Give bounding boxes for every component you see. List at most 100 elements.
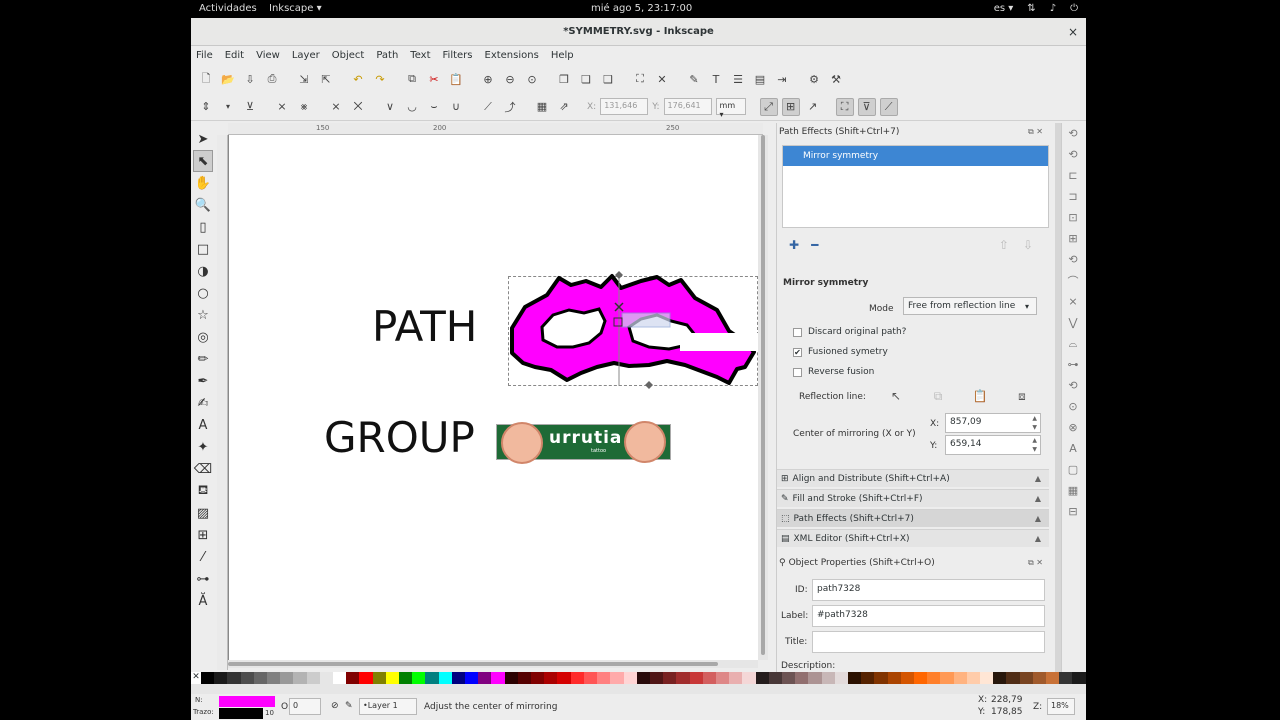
color-swatch[interactable] bbox=[689, 672, 703, 684]
print-icon[interactable]: ⎙ bbox=[263, 70, 281, 88]
ellipse-tool-icon[interactable]: ○ bbox=[193, 282, 213, 304]
menu-path[interactable]: Path bbox=[376, 50, 398, 61]
align-icon[interactable]: ⇥ bbox=[773, 70, 791, 88]
language-indicator[interactable]: es ▾ bbox=[994, 3, 1014, 14]
color-swatch[interactable] bbox=[861, 672, 875, 684]
color-swatch[interactable] bbox=[623, 672, 637, 684]
snap-center-icon[interactable]: ⊙ bbox=[1062, 396, 1084, 417]
snap-bbox-icon[interactable]: ⟲ bbox=[1062, 144, 1084, 165]
color-swatch[interactable] bbox=[438, 672, 452, 684]
color-swatch[interactable] bbox=[1019, 672, 1033, 684]
color-swatch[interactable] bbox=[768, 672, 782, 684]
color-swatch[interactable] bbox=[253, 672, 268, 684]
color-swatch[interactable] bbox=[557, 672, 571, 684]
menu-filters[interactable]: Filters bbox=[443, 50, 473, 61]
auto-smooth-icon[interactable]: ∪ bbox=[447, 98, 465, 116]
object-properties-header[interactable]: ⚲ Object Properties (Shift+Ctrl+O) ⧉ ✕ bbox=[777, 554, 1049, 572]
path-effects-dialog-tab[interactable]: ⬚ Path Effects (Shift+Ctrl+7) ▲ bbox=[777, 509, 1049, 527]
star-tool-icon[interactable]: ☆ bbox=[193, 304, 213, 326]
color-swatch[interactable] bbox=[583, 672, 598, 684]
delete-segment-icon[interactable]: ⨉ bbox=[349, 98, 367, 116]
color-swatch[interactable] bbox=[201, 672, 215, 684]
link-param-icon[interactable]: ⧈ bbox=[1013, 387, 1031, 405]
xml-editor-dialog[interactable]: ▤ XML Editor (Shift+Ctrl+X) ▲ bbox=[777, 529, 1049, 547]
color-swatch[interactable] bbox=[874, 672, 888, 684]
fusioned-symmetry-checkbox[interactable]: ✔ Fusioned symetry bbox=[793, 347, 888, 357]
stroke-to-path-icon[interactable]: ⇗ bbox=[555, 98, 573, 116]
edit-on-canvas-icon[interactable]: ↖ bbox=[887, 387, 905, 405]
urrutia-logo-group[interactable]: urrutia tattoo bbox=[496, 421, 671, 464]
move-down-icon[interactable]: ⇩ bbox=[1023, 238, 1033, 252]
no-paint-swatch-icon[interactable]: ✕ bbox=[191, 672, 201, 684]
color-swatch[interactable] bbox=[478, 672, 492, 684]
delete-node-icon[interactable]: ⊻ bbox=[241, 98, 259, 116]
color-swatch[interactable] bbox=[610, 672, 624, 684]
canvas-vertical-scrollbar[interactable] bbox=[758, 135, 768, 660]
snap-bbox-corner-icon[interactable]: ⊐ bbox=[1062, 186, 1084, 207]
color-swatch[interactable] bbox=[425, 672, 439, 684]
color-swatch[interactable] bbox=[227, 672, 241, 684]
color-swatch[interactable] bbox=[1046, 672, 1060, 684]
spin-arrows-icon[interactable]: ▲ ▼ bbox=[1032, 436, 1037, 454]
activities-button[interactable]: Actividades bbox=[199, 3, 257, 14]
object-to-path-icon[interactable]: ▦ bbox=[533, 98, 551, 116]
menu-object[interactable]: Object bbox=[332, 50, 365, 61]
paste-icon[interactable]: 📋 bbox=[447, 70, 465, 88]
snap-smooth-icon[interactable]: ⌓ bbox=[1062, 333, 1084, 354]
duplicate-icon[interactable]: ❐ bbox=[555, 70, 573, 88]
color-swatch[interactable] bbox=[451, 672, 466, 684]
pencil-tool-icon[interactable]: ✏ bbox=[193, 348, 213, 370]
unlink-clone-icon[interactable]: ❑ bbox=[599, 70, 617, 88]
color-swatch[interactable] bbox=[940, 672, 954, 684]
smooth-node-icon[interactable]: ◡ bbox=[403, 98, 421, 116]
open-icon[interactable]: 📂 bbox=[219, 70, 237, 88]
show-clip-path-icon[interactable]: ⊞ bbox=[781, 97, 800, 116]
new-document-icon[interactable]: 🗋 bbox=[197, 70, 215, 88]
center-y-input[interactable]: 659,14 ▲ ▼ bbox=[945, 435, 1041, 455]
dialog-controls-icon[interactable]: ⧉ ✕ bbox=[1028, 127, 1043, 137]
system-tray[interactable]: es ▾ ⇅ ♪ ⏻ bbox=[994, 3, 1078, 14]
import-icon[interactable]: ⇲ bbox=[295, 70, 313, 88]
text-tool-icon[interactable]: A bbox=[193, 414, 213, 436]
cut-icon[interactable]: ✂ bbox=[425, 70, 443, 88]
color-swatch[interactable] bbox=[953, 672, 967, 684]
tweak-tool-icon[interactable]: ✋ bbox=[193, 172, 213, 194]
align-distribute-dialog[interactable]: ⊞ Align and Distribute (Shift+Ctrl+A) ▲ bbox=[777, 469, 1049, 487]
chevron-up-icon[interactable]: ▲ bbox=[1035, 494, 1041, 503]
drawing-canvas[interactable]: PATH GROUP urrutia tattoo bbox=[228, 135, 758, 660]
opacity-input[interactable]: 0 bbox=[289, 698, 321, 715]
list-item[interactable]: Mirror symmetry bbox=[783, 146, 1048, 166]
snap-intersection-icon[interactable]: ⨯ bbox=[1062, 291, 1084, 312]
id-field[interactable]: path7328 bbox=[812, 579, 1045, 601]
export-icon[interactable]: ⇱ bbox=[317, 70, 335, 88]
snap-nodes-icon[interactable]: ⟲ bbox=[1062, 249, 1084, 270]
lpe-tool-icon[interactable]: Ă bbox=[193, 590, 213, 612]
curve-segment-icon[interactable]: ⤴ bbox=[501, 98, 519, 116]
label-field[interactable]: #path7328 bbox=[812, 605, 1045, 627]
palette-scrollbar[interactable] bbox=[191, 684, 1086, 694]
document-properties-icon[interactable]: ⚒ bbox=[827, 70, 845, 88]
eraser-tool-icon[interactable]: ⌫ bbox=[193, 458, 213, 480]
join-segment-icon[interactable]: ⨯ bbox=[327, 98, 345, 116]
3dbox-tool-icon[interactable]: ◑ bbox=[193, 260, 213, 282]
paste-param-icon[interactable]: 📋 bbox=[971, 387, 989, 405]
copy-icon[interactable]: ⧉ bbox=[403, 70, 421, 88]
color-swatch[interactable] bbox=[847, 672, 862, 684]
close-icon[interactable]: × bbox=[1068, 18, 1078, 46]
snap-path-icon[interactable]: ⌒ bbox=[1062, 270, 1084, 291]
redo-icon[interactable]: ↷ bbox=[371, 70, 389, 88]
color-swatch[interactable] bbox=[649, 672, 664, 684]
snap-bbox-center-icon[interactable]: ⊞ bbox=[1062, 228, 1084, 249]
dialog-controls-icon[interactable]: ⧉ ✕ bbox=[1028, 558, 1043, 568]
reverse-fusion-checkbox[interactable]: Reverse fusion bbox=[793, 367, 874, 377]
color-swatch[interactable] bbox=[306, 672, 320, 684]
color-swatch[interactable] bbox=[240, 672, 254, 684]
group-icon[interactable]: ⛶ bbox=[631, 70, 649, 88]
chevron-up-icon[interactable]: ▲ bbox=[1035, 534, 1041, 543]
color-swatch[interactable] bbox=[359, 672, 373, 684]
menu-view[interactable]: View bbox=[256, 50, 280, 61]
checkbox-box[interactable] bbox=[793, 367, 802, 377]
undo-icon[interactable]: ↶ bbox=[349, 70, 367, 88]
color-swatch[interactable] bbox=[531, 672, 545, 684]
color-swatch[interactable] bbox=[267, 672, 281, 684]
